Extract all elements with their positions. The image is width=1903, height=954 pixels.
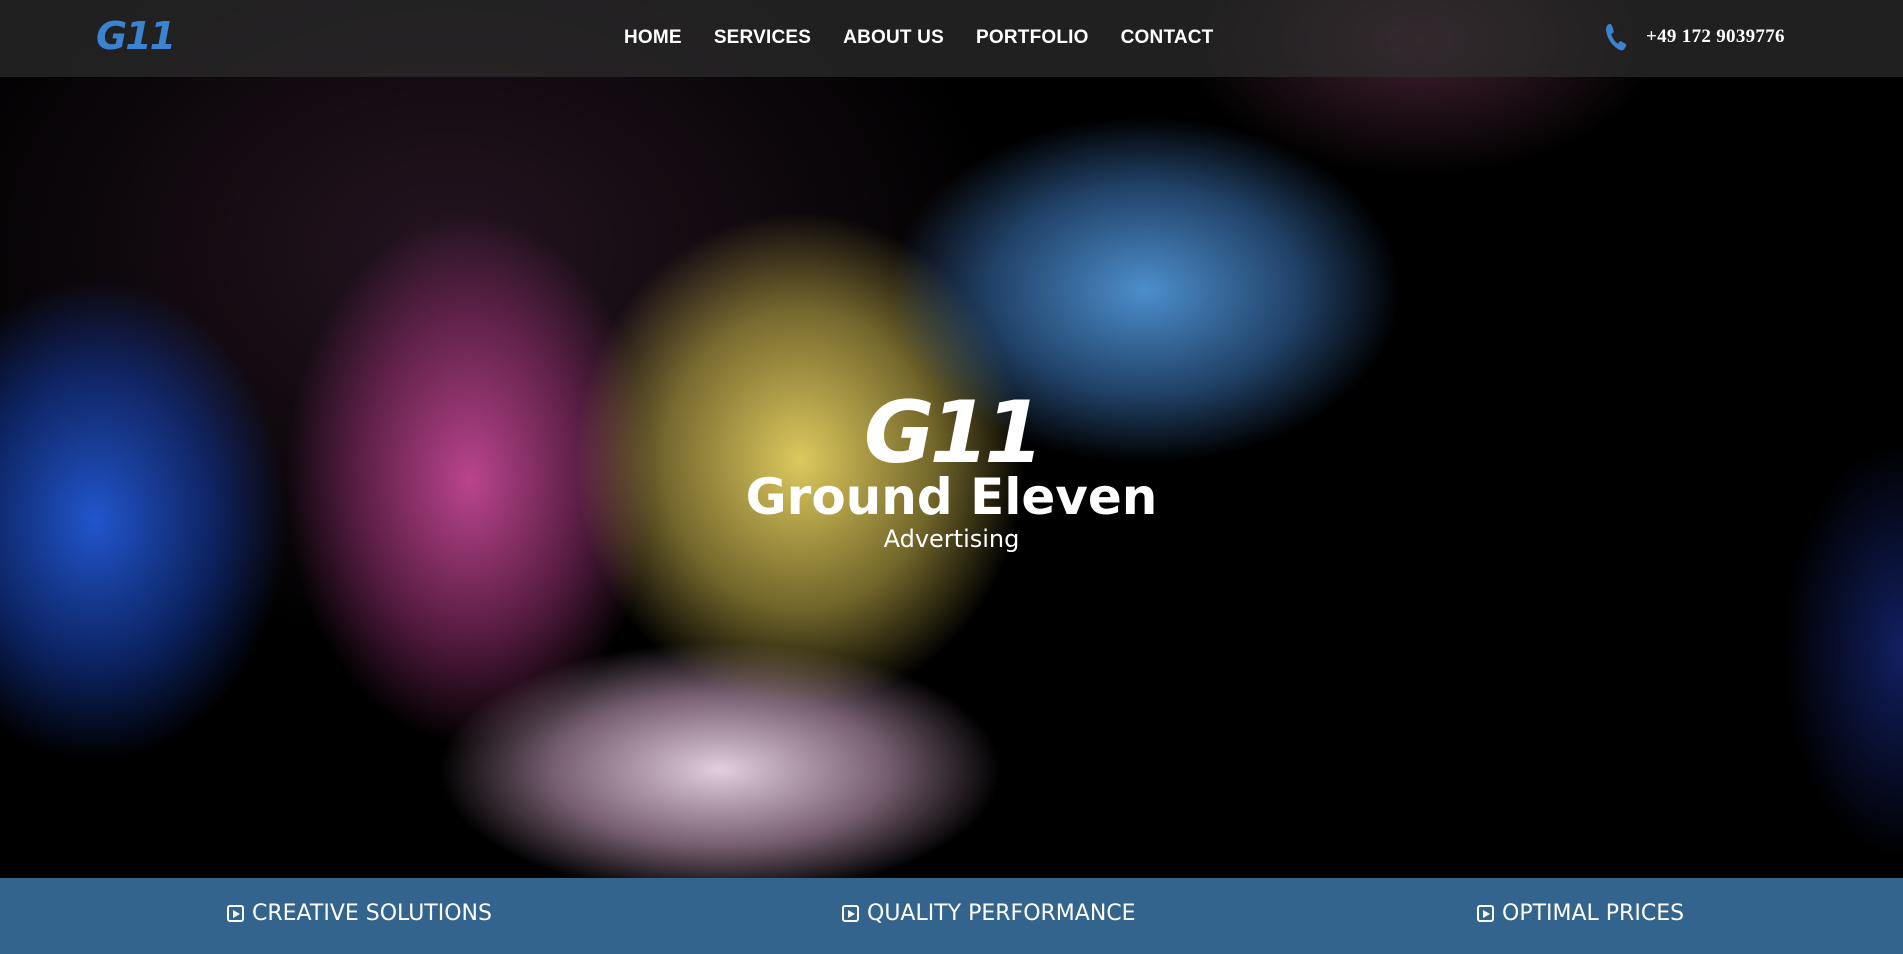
feature-creative-solutions: CREATIVE SOLUTIONS [227, 901, 492, 926]
site-logo[interactable]: G11 [96, 14, 176, 58]
feature-label: CREATIVE SOLUTIONS [252, 901, 492, 926]
play-square-icon [227, 905, 244, 922]
hero-logo: G11 [863, 383, 1044, 483]
feature-label: OPTIMAL PRICES [1502, 901, 1685, 926]
top-navigation-bar: G11 HOME SERVICES ABOUT US PORTFOLIO CON… [0, 0, 1903, 77]
nav-about-us[interactable]: ABOUT US [843, 27, 944, 49]
main-nav: HOME SERVICES ABOUT US PORTFOLIO CONTACT [624, 27, 1246, 49]
feature-optimal-prices: OPTIMAL PRICES [1477, 901, 1684, 926]
phone-icon [1606, 23, 1627, 51]
feature-label: QUALITY PERFORMANCE [867, 901, 1136, 926]
phone-contact[interactable]: +49 172 9039776 [1604, 22, 1785, 52]
feature-quality-performance: QUALITY PERFORMANCE [842, 901, 1136, 926]
nav-home[interactable]: HOME [624, 27, 682, 49]
nav-portfolio[interactable]: PORTFOLIO [976, 27, 1089, 49]
features-bar: CREATIVE SOLUTIONS QUALITY PERFORMANCE O… [0, 878, 1903, 954]
hero-subtitle: Advertising [883, 525, 1020, 553]
play-square-icon [842, 905, 859, 922]
phone-number: +49 172 9039776 [1646, 26, 1785, 47]
hero-title: Ground Eleven [745, 468, 1158, 526]
play-square-icon [1477, 905, 1494, 922]
nav-contact[interactable]: CONTACT [1121, 27, 1214, 49]
nav-services[interactable]: SERVICES [714, 27, 811, 49]
